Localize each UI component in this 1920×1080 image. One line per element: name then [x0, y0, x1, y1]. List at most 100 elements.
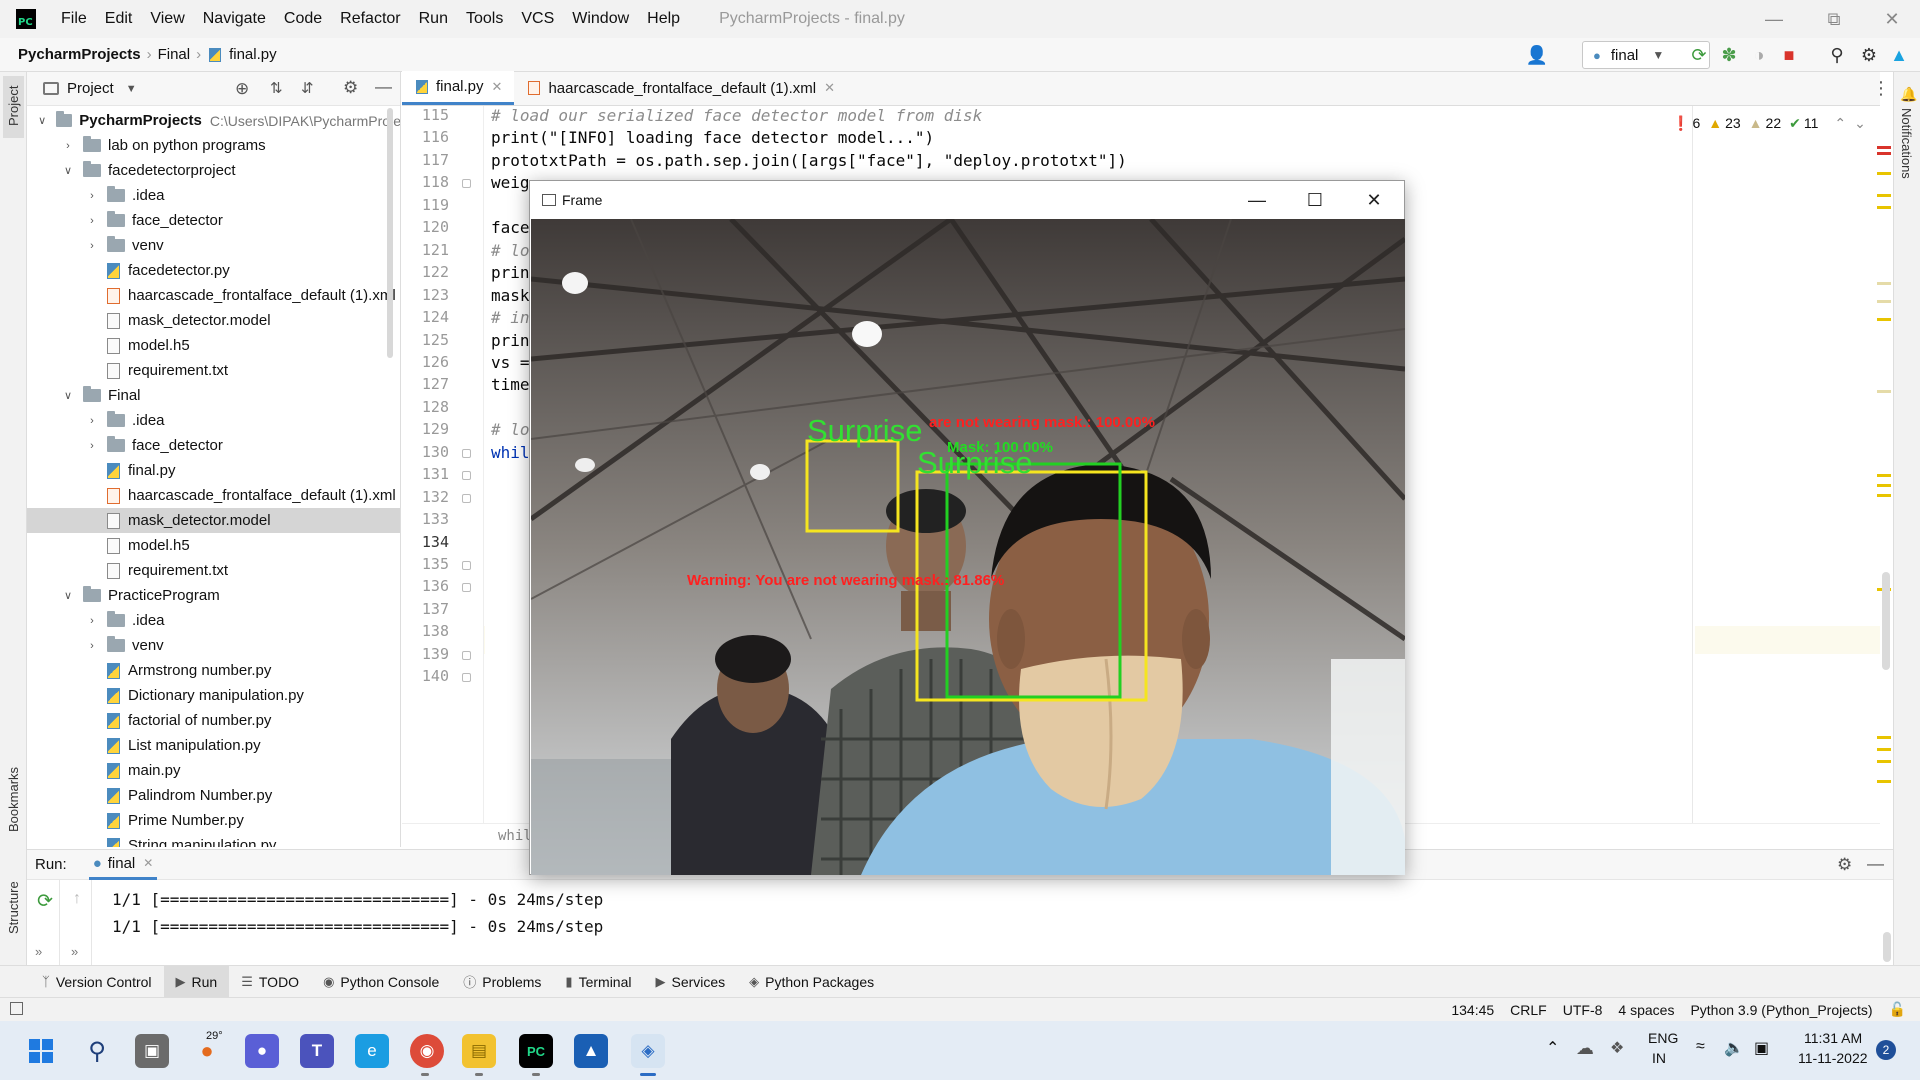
line-number[interactable]: 117 [422, 151, 449, 169]
code-line[interactable]: mask [491, 286, 530, 305]
edge-icon[interactable]: e [355, 1034, 389, 1068]
jetbrains-logo-icon[interactable]: ▲ [1886, 42, 1912, 68]
tree-item[interactable]: › face_detector [27, 433, 400, 458]
tree-item[interactable]: List manipulation.py [27, 733, 400, 758]
line-number[interactable]: 127 [422, 375, 449, 393]
tree-item[interactable]: Prime Number.py [27, 808, 400, 833]
notifications-tool-label[interactable]: Notifications [1899, 108, 1914, 179]
indent-setting[interactable]: 4 spaces [1618, 1002, 1674, 1018]
caret-position[interactable]: 134:45 [1451, 1002, 1494, 1018]
tree-item[interactable]: ∨ Final [27, 383, 400, 408]
more-actions-icon[interactable]: » [71, 944, 78, 959]
line-number[interactable]: 128 [422, 398, 449, 416]
arrow-up-icon[interactable]: ↑ [73, 890, 81, 908]
chevron-down-icon[interactable]: ∨ [61, 389, 75, 402]
teams-icon[interactable]: T [300, 1034, 334, 1068]
warnings-count[interactable]: ▲ 23 [1708, 115, 1740, 131]
coverage-icon[interactable]: ◑ [1746, 42, 1772, 68]
tree-scrollbar[interactable] [387, 108, 393, 358]
tree-item[interactable]: › venv [27, 233, 400, 258]
line-number[interactable]: 118 [422, 173, 449, 191]
code-line[interactable]: face [491, 218, 530, 237]
line-number[interactable]: 126 [422, 353, 449, 371]
code-line[interactable]: # in [491, 308, 530, 327]
line-separator[interactable]: CRLF [1510, 1002, 1547, 1018]
search-icon[interactable]: ⚲ [80, 1034, 114, 1068]
tab-todo[interactable]: ☰ TODO [229, 966, 311, 998]
line-number[interactable]: 120 [422, 218, 449, 236]
tab-version-control[interactable]: ᛉ Version Control [30, 966, 164, 998]
chevron-right-icon[interactable]: › [61, 140, 75, 152]
code-line[interactable]: vs = [491, 353, 530, 372]
hide-panel-icon[interactable]: — [1867, 854, 1884, 874]
gear-icon[interactable]: ⚙ [343, 78, 358, 98]
rerun-icon[interactable]: ⟳ [1686, 42, 1712, 68]
tab-run[interactable]: ▶ Run [163, 965, 230, 998]
file-explorer-icon[interactable]: ▤ [462, 1034, 496, 1068]
code-line[interactable]: # load our serialized face detector mode… [491, 106, 982, 125]
user-icon[interactable]: 👤 [1524, 42, 1550, 68]
chevron-right-icon[interactable]: › [85, 640, 99, 652]
menu-window[interactable]: Window [563, 10, 638, 28]
tree-item[interactable]: mask_detector.model [27, 308, 400, 333]
menu-vcs[interactable]: VCS [512, 10, 563, 28]
rerun-icon[interactable]: ⟳ [37, 890, 53, 913]
close-tab-icon[interactable]: ✕ [143, 856, 153, 870]
line-number[interactable]: 116 [422, 128, 449, 146]
tab-problems[interactable]: ⓘ Problems [451, 966, 553, 998]
tree-item[interactable]: › .idea [27, 183, 400, 208]
chevron-down-icon[interactable]: ∨ [61, 589, 75, 602]
file-encoding[interactable]: UTF-8 [1563, 1002, 1603, 1018]
menu-help[interactable]: Help [638, 10, 689, 28]
fold-marker-icon[interactable] [462, 583, 471, 593]
lock-icon[interactable]: 🔓 [1889, 1001, 1906, 1018]
tree-item[interactable]: requirement.txt [27, 558, 400, 583]
run-tab-final[interactable]: ● final ✕ [88, 850, 158, 880]
fold-marker-icon[interactable] [462, 650, 471, 660]
tree-item[interactable]: model.h5 [27, 533, 400, 558]
warning-stripe-mark[interactable] [1877, 494, 1891, 497]
expand-all-icon[interactable]: ⇅ [270, 79, 283, 97]
bookmarks-tool-label[interactable]: Bookmarks [6, 767, 21, 832]
typos-count[interactable]: ✔ 11 [1789, 115, 1818, 132]
tree-item[interactable]: ∨ PracticeProgram [27, 583, 400, 608]
warning-stripe-mark[interactable] [1877, 318, 1891, 321]
chevron-right-icon[interactable]: › [85, 615, 99, 627]
chevron-down-icon[interactable]: ∨ [36, 114, 48, 127]
menu-refactor[interactable]: Refactor [331, 10, 409, 28]
tree-item[interactable]: facedetector.py [27, 258, 400, 283]
warning-stripe-mark[interactable] [1877, 748, 1891, 751]
more-actions-icon[interactable]: » [35, 944, 42, 959]
tree-item[interactable]: Dictionary manipulation.py [27, 683, 400, 708]
line-number[interactable]: 133 [422, 510, 449, 528]
dropbox-icon[interactable]: ❖ [1610, 1038, 1624, 1058]
start-button[interactable] [24, 1034, 58, 1068]
errors-count[interactable]: ❗ 6 [1672, 115, 1700, 132]
wifi-icon[interactable]: ≈ [1696, 1038, 1705, 1056]
tree-item[interactable]: › .idea [27, 408, 400, 433]
frame-maximize-button[interactable]: ☐ [1286, 181, 1344, 219]
region-indicator[interactable]: IN [1652, 1050, 1666, 1066]
tab-python-packages[interactable]: ◈ Python Packages [737, 966, 886, 998]
line-number[interactable]: 115 [422, 106, 449, 124]
chevron-up-icon[interactable]: ⌃ [1834, 115, 1846, 132]
menu-code[interactable]: Code [275, 10, 331, 28]
battery-icon[interactable]: ▣ [1754, 1038, 1769, 1058]
tree-item[interactable]: String manipulation.py [27, 833, 400, 847]
locate-file-icon[interactable]: ⊕ [235, 79, 249, 99]
hide-panel-icon[interactable]: — [375, 77, 392, 97]
clock-date[interactable]: 11-11-2022 [1798, 1050, 1868, 1066]
line-number[interactable]: 130 [422, 443, 449, 461]
frame-close-button[interactable]: ✕ [1345, 181, 1403, 219]
task-view-icon[interactable]: ▣ [135, 1034, 169, 1068]
tree-item[interactable]: ∨ PycharmProjects C:\Users\DIPAK\PycharmPr… [27, 108, 400, 133]
project-tool-label[interactable]: Project [6, 86, 21, 126]
toggle-tool-windows-icon[interactable] [10, 1002, 23, 1015]
menu-edit[interactable]: Edit [96, 10, 142, 28]
bell-icon[interactable]: 🔔 [1900, 86, 1917, 103]
line-number[interactable]: 139 [422, 645, 449, 663]
tree-item[interactable]: mask_detector.model [27, 508, 400, 533]
chrome-icon[interactable]: ◉ [410, 1034, 444, 1068]
breadcrumb-folder[interactable]: Final [154, 46, 195, 63]
code-line[interactable]: prin [491, 263, 530, 282]
